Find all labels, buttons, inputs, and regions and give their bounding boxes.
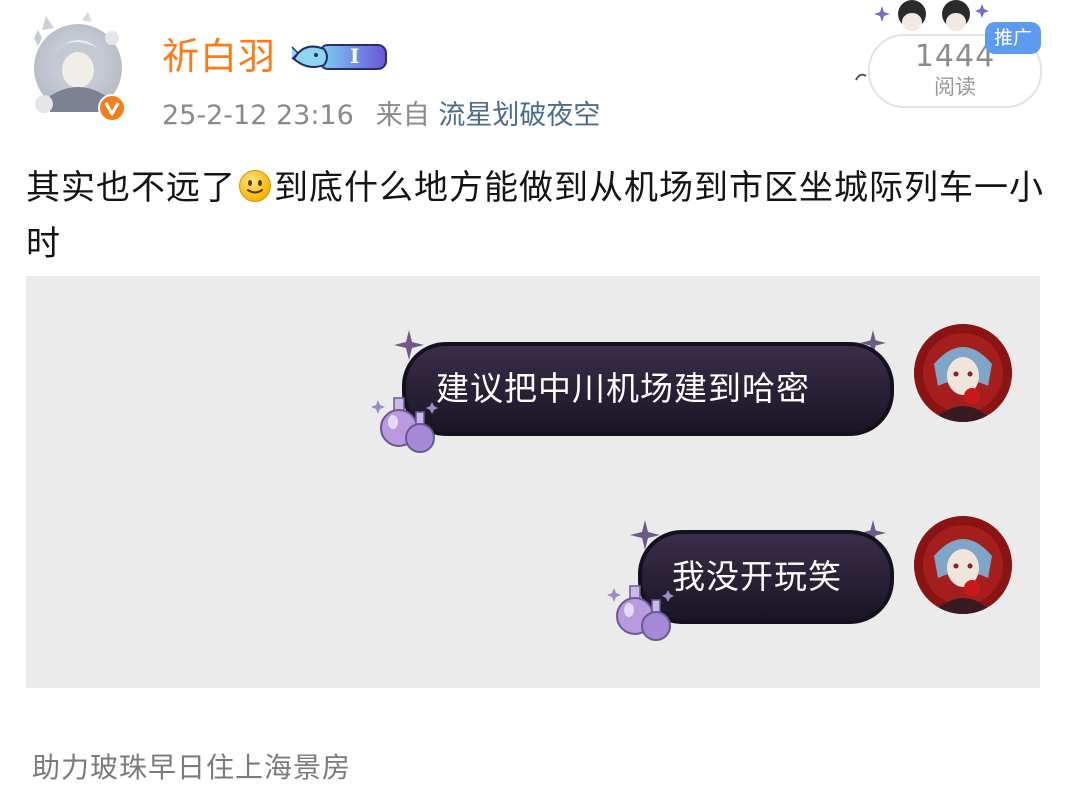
post-text: 其实也不远了 到底什么地方能做到从机场到市区坐城际列车一小时	[26, 160, 1046, 272]
post-timestamp: 25-2-12 23:16	[162, 100, 354, 131]
potion-bottles-icon	[607, 585, 674, 641]
post-image[interactable]: 建议把中川机场建到哈密 我没开玩笑	[26, 276, 1040, 688]
member-level-text: I	[350, 44, 360, 68]
source-prefix: 来自	[375, 100, 430, 131]
potion-bottles-icon	[371, 397, 438, 453]
promote-tag[interactable]: 推广	[985, 22, 1041, 54]
read-label: 阅读	[934, 75, 976, 99]
author-name[interactable]: 祈白羽	[162, 33, 276, 81]
chat-avatar	[914, 516, 1012, 614]
chat-avatar	[914, 324, 1012, 422]
author-avatar[interactable]	[26, 8, 130, 126]
post-meta: 25-2-12 23:16 来自 流星划破夜空	[162, 96, 600, 136]
source-link[interactable]: 流星划破夜空	[438, 100, 600, 131]
weibo-post: 祈白羽 I 25-2-12 23:16 来自 流星划破夜空 1444 阅读 推广…	[0, 0, 1066, 788]
verified-icon	[98, 94, 126, 122]
post-text-part1: 其实也不远了	[26, 168, 236, 208]
post-topic[interactable]: 助力玻珠早日住上海景房	[32, 748, 351, 788]
smile-emoji-icon	[238, 164, 272, 202]
chat-bubble: 建议把中川机场建到哈密	[402, 342, 894, 436]
member-level-badge[interactable]: I	[290, 37, 390, 75]
